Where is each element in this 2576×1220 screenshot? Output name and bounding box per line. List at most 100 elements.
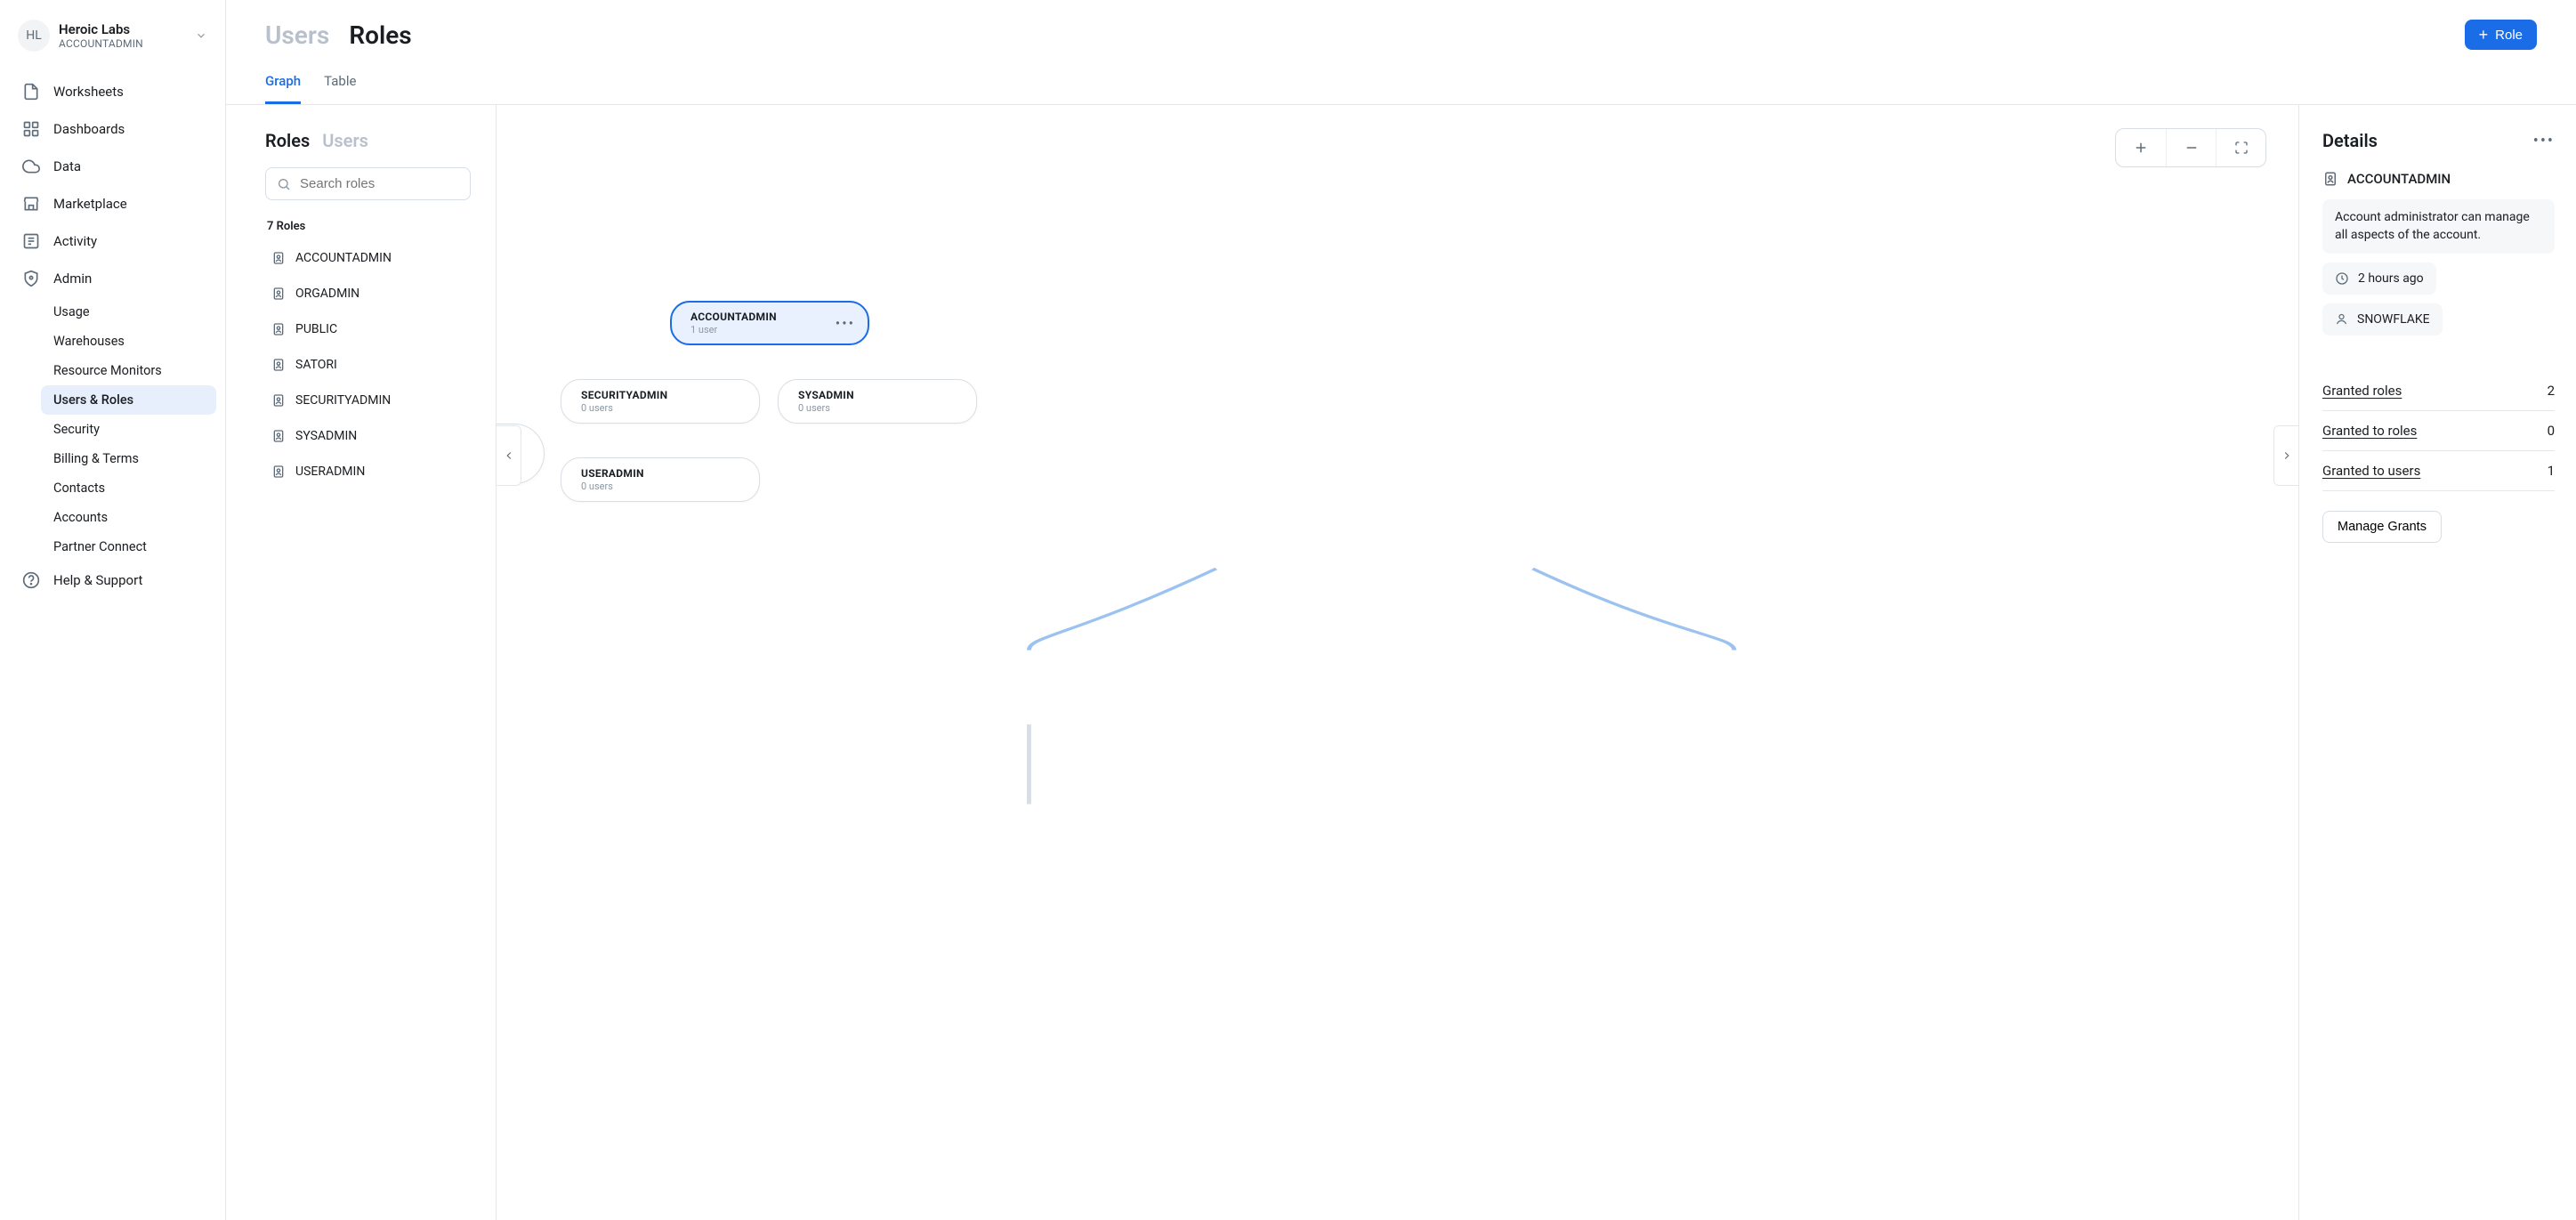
role-item-orgadmin[interactable]: ORGADMIN <box>265 276 483 311</box>
node-sub: 0 users <box>581 402 741 414</box>
collapse-right-button[interactable] <box>2273 425 2298 486</box>
details-role-name: ACCOUNTADMIN <box>2347 171 2451 187</box>
collapse-left-button[interactable] <box>497 425 521 486</box>
search-icon <box>277 177 291 191</box>
role-icon <box>271 392 287 408</box>
subnav-warehouses[interactable]: Warehouses <box>41 327 216 356</box>
nav-label: Help & Support <box>53 572 142 588</box>
nav-dashboards[interactable]: Dashboards <box>9 110 216 148</box>
activity-icon <box>21 231 41 251</box>
zoom-in-button[interactable] <box>2116 129 2166 166</box>
cloud-icon <box>21 157 41 176</box>
node-title: SECURITYADMIN <box>581 389 741 401</box>
tab-table[interactable]: Table <box>324 73 356 104</box>
search-box[interactable] <box>265 167 471 200</box>
granted-roles-row[interactable]: Granted roles 2 <box>2322 371 2555 411</box>
grants-section: Granted roles 2 Granted to roles 0 Grant… <box>2322 371 2555 491</box>
graph-node-sysadmin[interactable]: SYSADMIN 0 users <box>778 379 977 424</box>
breadcrumb-roles: Roles <box>349 20 411 50</box>
role-icon <box>271 250 287 266</box>
role-label: USERADMIN <box>295 465 365 479</box>
lp-tab-roles[interactable]: Roles <box>265 130 310 151</box>
grant-count: 0 <box>2548 423 2555 439</box>
subnav-resource-monitors[interactable]: Resource Monitors <box>41 356 216 385</box>
role-label: SECURITYADMIN <box>295 393 391 408</box>
breadcrumb: Users Roles <box>265 20 412 50</box>
button-label: Role <box>2495 28 2523 43</box>
admin-subnav: Usage Warehouses Resource Monitors Users… <box>9 297 216 562</box>
org-role-label: ACCOUNTADMIN <box>59 37 186 50</box>
subnav-security[interactable]: Security <box>41 415 216 444</box>
zoom-out-button[interactable] <box>2166 129 2216 166</box>
role-label: ACCOUNTADMIN <box>295 251 392 265</box>
granted-to-roles-row[interactable]: Granted to roles 0 <box>2322 411 2555 451</box>
node-title: USERADMIN <box>581 467 741 480</box>
nav-worksheets[interactable]: Worksheets <box>9 73 216 110</box>
topbar: Users Roles + Role Graph Table <box>226 0 2576 105</box>
breadcrumb-users[interactable]: Users <box>265 20 329 50</box>
node-title: ACCOUNTADMIN <box>690 311 851 323</box>
graph-node-securityadmin[interactable]: SECURITYADMIN 0 users <box>561 379 760 424</box>
role-icon <box>271 428 287 444</box>
subnav-partner-connect[interactable]: Partner Connect <box>41 532 216 562</box>
node-sub: 1 user <box>690 324 851 335</box>
details-more-icon[interactable]: ••• <box>2533 132 2555 150</box>
role-item-sysadmin[interactable]: SYSADMIN <box>265 418 483 454</box>
sidebar: HL Heroic Labs ACCOUNTADMIN Worksheets D… <box>0 0 226 1220</box>
role-item-useradmin[interactable]: USERADMIN <box>265 454 483 489</box>
nav-label: Worksheets <box>53 84 124 100</box>
help-icon <box>21 570 41 590</box>
role-label: SATORI <box>295 358 337 372</box>
more-icon[interactable]: ••• <box>836 315 855 332</box>
lp-tab-users[interactable]: Users <box>322 130 368 151</box>
new-role-button[interactable]: + Role <box>2465 20 2537 50</box>
main-nav: Worksheets Dashboards Data Marketplace <box>9 73 216 599</box>
view-tabs: Graph Table <box>265 73 2537 104</box>
role-icon <box>271 357 287 373</box>
nav-label: Marketplace <box>53 196 127 212</box>
nav-activity[interactable]: Activity <box>9 222 216 260</box>
shield-icon <box>21 269 41 288</box>
granted-to-users-row[interactable]: Granted to users 1 <box>2322 451 2555 491</box>
role-item-accountadmin[interactable]: ACCOUNTADMIN <box>265 240 483 276</box>
plus-icon: + <box>2479 27 2489 43</box>
subnav-contacts[interactable]: Contacts <box>41 473 216 503</box>
org-name: Heroic Labs <box>59 21 186 37</box>
role-item-satori[interactable]: SATORI <box>265 347 483 383</box>
tab-graph[interactable]: Graph <box>265 73 301 104</box>
nav-data[interactable]: Data <box>9 148 216 185</box>
nav-marketplace[interactable]: Marketplace <box>9 185 216 222</box>
role-icon <box>271 321 287 337</box>
org-switcher[interactable]: HL Heroic Labs ACCOUNTADMIN <box>9 16 216 64</box>
roles-list-pane: Roles Users 7 Roles ACCOUNTADMIN ORGADM <box>226 105 497 1220</box>
role-label: SYSADMIN <box>295 429 357 443</box>
graph-node-useradmin[interactable]: USERADMIN 0 users <box>561 457 760 502</box>
node-title: SYSADMIN <box>798 389 958 401</box>
avatar: HL <box>18 20 50 52</box>
search-input[interactable] <box>300 176 477 191</box>
nav-label: Activity <box>53 233 97 249</box>
nav-help[interactable]: Help & Support <box>9 562 216 599</box>
grant-label: Granted to roles <box>2322 423 2417 439</box>
grant-count: 2 <box>2548 383 2555 399</box>
roles-count: 7 Roles <box>267 220 483 233</box>
nav-admin[interactable]: Admin <box>9 260 216 297</box>
graph-pane[interactable]: ACCOUNTADMIN 1 user ••• SECURITYADMIN 0 … <box>497 105 2298 1220</box>
role-icon <box>271 464 287 480</box>
graph-node-accountadmin[interactable]: ACCOUNTADMIN 1 user ••• <box>670 301 869 345</box>
role-item-securityadmin[interactable]: SECURITYADMIN <box>265 383 483 418</box>
time-label: 2 hours ago <box>2358 271 2424 286</box>
nav-label: Admin <box>53 271 92 287</box>
subnav-usage[interactable]: Usage <box>41 297 216 327</box>
node-sub: 0 users <box>798 402 958 414</box>
subnav-accounts[interactable]: Accounts <box>41 503 216 532</box>
grant-label: Granted roles <box>2322 383 2402 399</box>
details-description: Account administrator can manage all asp… <box>2322 199 2555 254</box>
fullscreen-button[interactable] <box>2216 129 2265 166</box>
subnav-billing[interactable]: Billing & Terms <box>41 444 216 473</box>
dashboard-icon <box>21 119 41 139</box>
owner-label: SNOWFLAKE <box>2357 312 2430 327</box>
manage-grants-button[interactable]: Manage Grants <box>2322 511 2442 543</box>
subnav-users-roles[interactable]: Users & Roles <box>41 385 216 415</box>
role-item-public[interactable]: PUBLIC <box>265 311 483 347</box>
